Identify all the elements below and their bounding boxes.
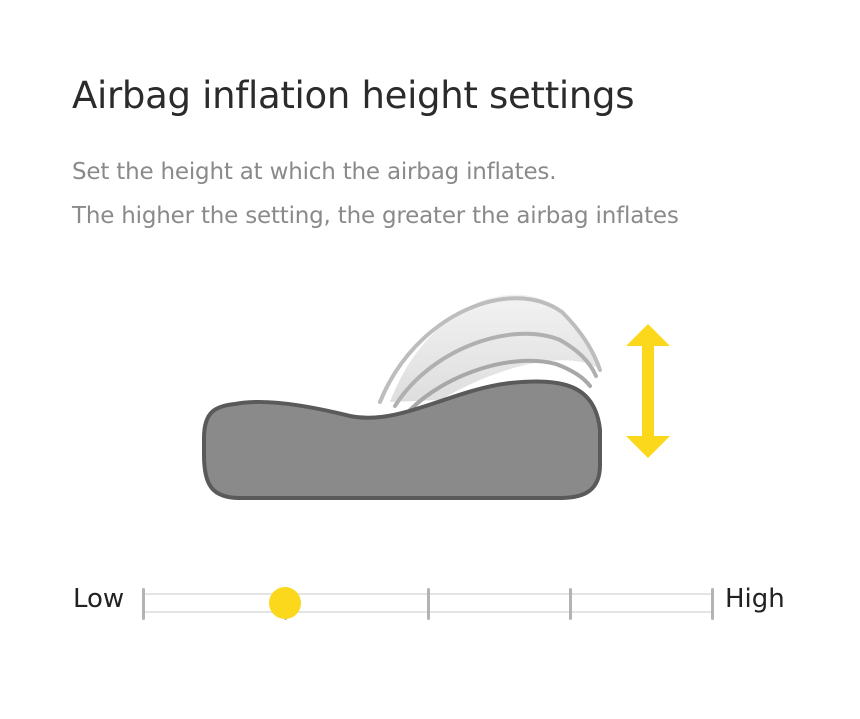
pillow-illustration [190,280,690,520]
slider-tick [426,588,430,620]
up-down-arrow-icon [626,324,670,458]
description-line-2: The higher the setting, the greater the … [72,203,679,229]
slider-tick [142,588,145,620]
page-title: Airbag inflation height settings [72,74,635,117]
slider-low-label: Low [73,584,125,614]
slider-tick [711,588,714,620]
slider-tick [568,588,572,620]
description-line-1: Set the height at which the airbag infla… [72,159,557,185]
description: Set the height at which the airbag infla… [72,150,679,238]
inflation-height-slider[interactable] [142,587,714,622]
slider-high-label: High [725,584,785,614]
slider-knob[interactable] [269,587,301,619]
